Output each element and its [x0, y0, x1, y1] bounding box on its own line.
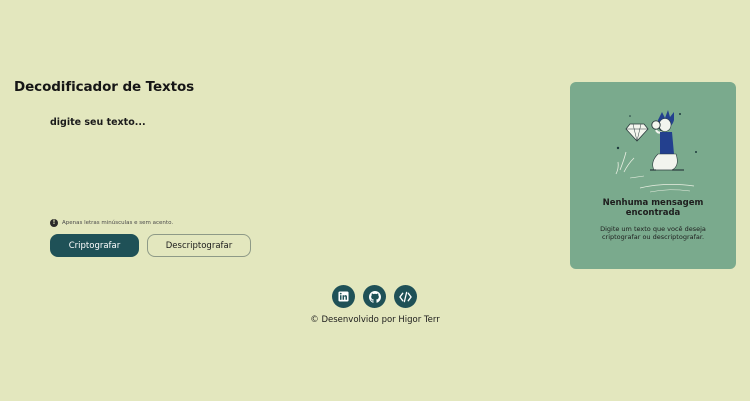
code-icon	[399, 291, 412, 302]
social-links	[332, 285, 417, 308]
linkedin-icon	[338, 291, 349, 302]
github-icon	[368, 290, 381, 303]
text-input[interactable]	[50, 117, 530, 212]
empty-state-title-line1: Nenhuma mensagem	[602, 198, 704, 208]
result-panel: Nenhuma mensagem encontrada Digite um te…	[570, 82, 736, 269]
page-title: Decodificador de Textos	[14, 79, 195, 95]
empty-state-description: Digite um texto que você deseja criptogr…	[600, 225, 706, 241]
info-icon: !	[50, 219, 58, 227]
hint-text: Apenas letras minúsculas e sem acento.	[62, 220, 174, 226]
footer-credit: © Desenvolvido por Higor Terr	[310, 315, 440, 325]
github-link[interactable]	[363, 285, 386, 308]
encrypt-button[interactable]: Criptografar	[50, 234, 139, 257]
empty-state-title: Nenhuma mensagem encontrada	[570, 198, 736, 218]
empty-state-title-line2: encontrada	[625, 208, 681, 218]
input-hint: ! Apenas letras minúsculas e sem acento.	[50, 219, 173, 227]
portfolio-link[interactable]	[394, 285, 417, 308]
person-searching-illustration	[615, 110, 697, 193]
decrypt-button[interactable]: Descriptografar	[147, 234, 251, 257]
linkedin-link[interactable]	[332, 285, 355, 308]
